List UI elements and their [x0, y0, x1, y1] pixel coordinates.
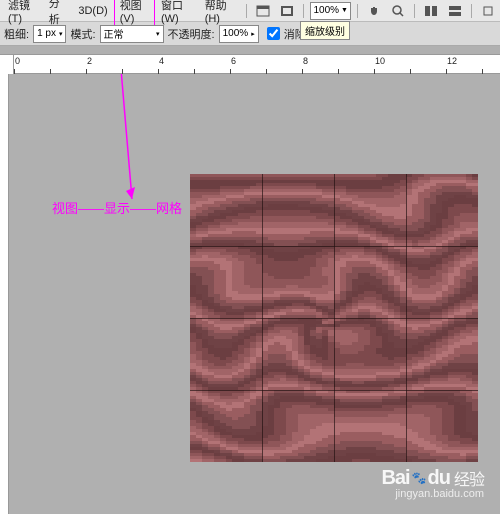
menu-window[interactable]: 窗口(W) — [155, 0, 199, 27]
options-bar: 粗细: 1 px▾ 模式: 正常▾ 不透明度: 100%▸ 消除锯齿 — [0, 22, 500, 46]
zoom-icon[interactable] — [388, 2, 408, 20]
menubar: 滤镜(T) 分析 3D(D) 视图(V) 窗口(W) 帮助(H) 100%▼ — [0, 0, 500, 22]
document-canvas[interactable] — [190, 174, 478, 462]
arrange-icon[interactable] — [421, 2, 441, 20]
watermark: Bai🐾du经验 jingyan.baidu.com — [381, 466, 484, 500]
opacity-input[interactable]: 100%▸ — [219, 25, 259, 43]
baidu-logo-text: Bai — [381, 467, 409, 490]
mode-label: 模式: — [70, 26, 95, 42]
menu-filter[interactable]: 滤镜(T) — [2, 0, 43, 27]
thickness-input[interactable]: 1 px▾ — [33, 25, 66, 43]
layout-icon[interactable] — [445, 2, 465, 20]
ruler-vertical[interactable] — [0, 74, 9, 514]
menu-help[interactable]: 帮助(H) — [199, 0, 241, 27]
screenmode-icon[interactable] — [277, 2, 297, 20]
antialias-checkbox[interactable] — [267, 27, 280, 40]
zoom-tooltip: 缩放级别 — [300, 21, 350, 40]
thickness-label: 粗细: — [4, 26, 29, 42]
ruler-origin[interactable] — [0, 55, 14, 75]
canvas-area: 视图——显示——网格 Bai🐾du经验 jingyan.baidu.com — [0, 74, 500, 514]
watermark-url: jingyan.baidu.com — [381, 488, 484, 500]
ruler-horizontal[interactable]: 02468101214 — [0, 54, 500, 74]
mode-select[interactable]: 正常▾ — [100, 25, 164, 43]
zoom-input[interactable]: 100%▼ — [310, 2, 351, 20]
menu-view[interactable]: 视图(V) — [114, 0, 155, 27]
opacity-label: 不透明度: — [168, 26, 215, 42]
annotation-text: 视图——显示——网格 — [52, 198, 182, 217]
workspace-icon[interactable] — [253, 2, 273, 20]
paw-icon: 🐾 — [412, 471, 426, 485]
menu-3d[interactable]: 3D(D) — [72, 3, 113, 19]
hand-icon[interactable] — [364, 2, 384, 20]
extras-icon[interactable] — [478, 2, 498, 20]
